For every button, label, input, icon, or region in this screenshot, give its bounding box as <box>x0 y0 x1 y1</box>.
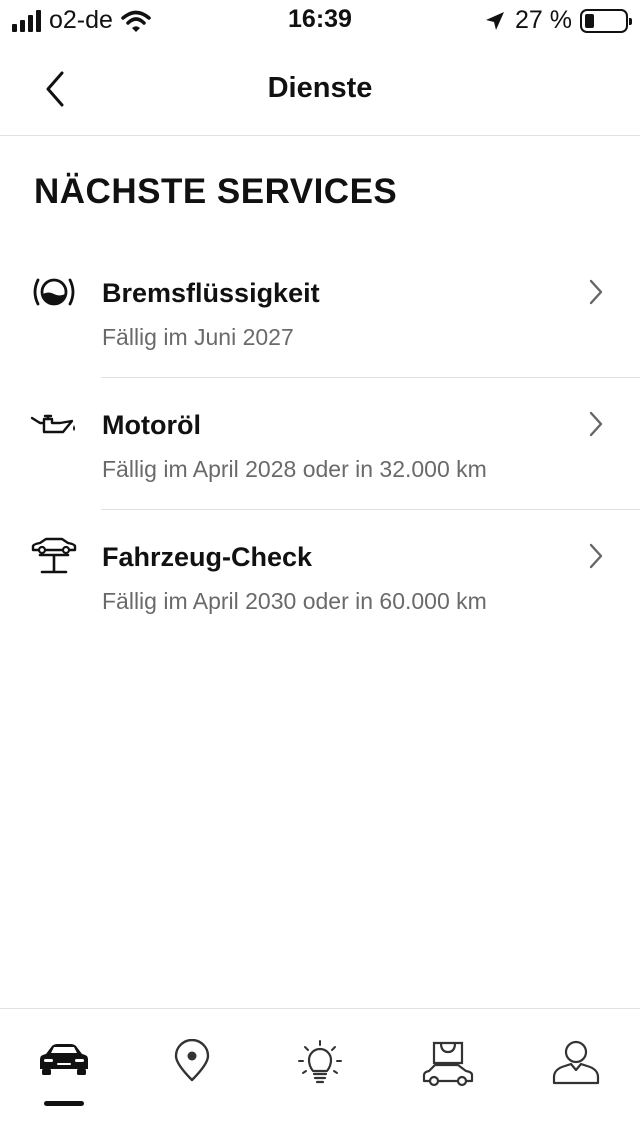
profile-icon <box>552 1040 600 1085</box>
tab-map[interactable] <box>160 1039 224 1103</box>
active-tab-indicator <box>44 1101 84 1106</box>
shop-car-icon <box>422 1041 474 1087</box>
location-pin-icon <box>174 1039 210 1082</box>
chevron-right-icon <box>589 543 603 569</box>
chevron-right-icon <box>589 279 603 305</box>
tab-shop[interactable] <box>416 1039 480 1103</box>
engine-oil-icon <box>30 414 75 434</box>
battery-percent: 27 % <box>515 6 572 34</box>
service-list: Bremsflüssigkeit Fällig im Juni 2027 Mot… <box>0 246 640 642</box>
service-due-date: Fällig im Juni 2027 <box>102 324 294 350</box>
service-item-vehicle-check[interactable]: Fahrzeug-Check Fällig im April 2030 oder… <box>0 510 640 642</box>
vehicle-lift-icon <box>31 537 77 574</box>
service-name: Fahrzeug-Check <box>102 542 313 572</box>
tab-vehicle[interactable] <box>32 1039 96 1103</box>
page-title: Dienste <box>267 72 373 104</box>
service-name: Bremsflüssigkeit <box>102 278 320 308</box>
battery-icon <box>580 8 632 33</box>
service-due-date: Fällig im April 2030 oder in 60.000 km <box>102 588 487 614</box>
status-bar: o2-de 16:39 27 % <box>0 0 640 40</box>
location-arrow-icon <box>486 11 505 30</box>
tab-profile[interactable] <box>544 1039 608 1103</box>
brake-fluid-icon <box>33 278 75 306</box>
service-item-brake-fluid[interactable]: Bremsflüssigkeit Fällig im Juni 2027 <box>0 246 640 378</box>
car-icon <box>40 1044 88 1075</box>
lightbulb-icon <box>298 1040 342 1084</box>
service-due-date: Fällig im April 2028 oder in 32.000 km <box>102 456 487 482</box>
tab-bar <box>0 1008 640 1136</box>
chevron-right-icon <box>589 411 603 437</box>
service-name: Motoröl <box>102 410 201 440</box>
section-title: NÄCHSTE SERVICES <box>34 172 398 211</box>
service-item-engine-oil[interactable]: Motoröl Fällig im April 2028 oder in 32.… <box>0 378 640 510</box>
navigation-bar: Dienste <box>0 44 640 136</box>
tab-tips[interactable] <box>288 1039 352 1103</box>
status-right: 27 % <box>485 6 632 35</box>
